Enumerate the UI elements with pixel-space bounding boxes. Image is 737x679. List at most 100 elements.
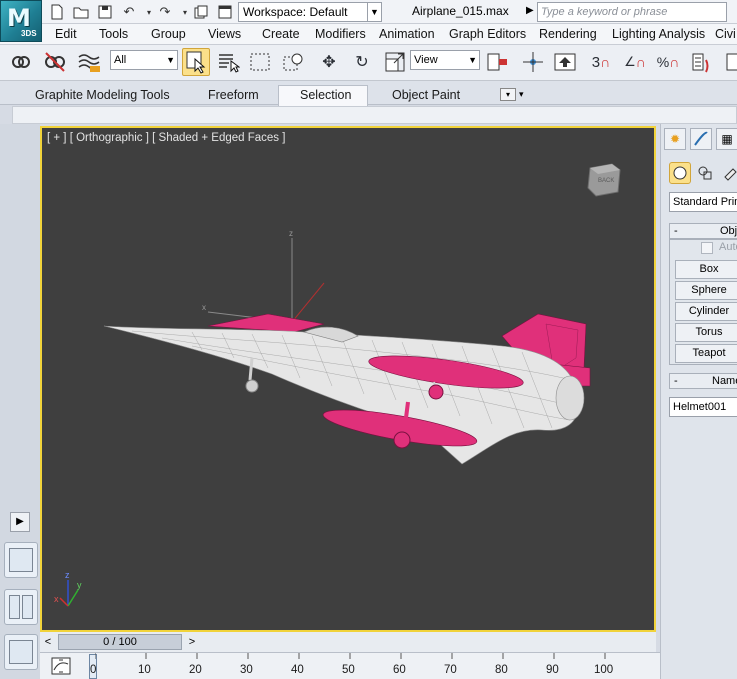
percent-snap-label: %	[656, 54, 670, 70]
menu-views[interactable]: Views	[208, 27, 241, 41]
save-icon[interactable]	[96, 3, 114, 21]
next-frame-button[interactable]: >	[184, 634, 200, 650]
viewport-layout-quad-button[interactable]	[4, 634, 38, 670]
workspace-dropdown[interactable]: Workspace: Default ▼	[238, 2, 382, 22]
modify-tab-icon[interactable]	[690, 128, 712, 150]
name-color-rollout-header[interactable]: - Name and Color	[669, 373, 737, 389]
menu-rendering[interactable]: Rendering	[539, 27, 597, 41]
link-icon[interactable]	[8, 49, 34, 75]
app-logo[interactable]: M 3DS	[0, 0, 42, 42]
scale-icon[interactable]	[382, 49, 408, 75]
previous-frame-button[interactable]: <	[40, 634, 56, 650]
teapot-button[interactable]: Teapot	[675, 344, 737, 363]
autogrid-checkbox[interactable]	[701, 242, 713, 254]
tick-label: 60	[393, 664, 406, 676]
viewcube[interactable]: BACK	[582, 160, 624, 200]
scene-canvas: z y x z x	[54, 229, 591, 607]
viewport-layout-split-button[interactable]	[4, 589, 38, 625]
menu-create[interactable]: Create	[262, 27, 300, 41]
tick-label: 20	[189, 664, 202, 676]
open-folder-icon[interactable]	[72, 3, 90, 21]
menu-group[interactable]: Group	[151, 27, 186, 41]
edit-named-selection-icon[interactable]	[720, 49, 737, 75]
frame-display[interactable]: 0 / 100	[58, 634, 182, 650]
menu-edit[interactable]: Edit	[55, 27, 77, 41]
lights-icon[interactable]	[719, 162, 737, 184]
object-type-rollout-header[interactable]: - Object Type	[669, 223, 737, 239]
tab-object-paint[interactable]: Object Paint	[392, 88, 460, 102]
redo-icon[interactable]: ↷	[156, 3, 174, 21]
geometry-icon[interactable]	[669, 162, 691, 184]
menu-graph-editors[interactable]: Graph Editors	[449, 27, 526, 41]
angle-snap-icon[interactable]: ∠ ∩	[622, 49, 648, 75]
pivot-center-icon[interactable]	[484, 49, 510, 75]
select-and-manipulate-icon[interactable]	[520, 49, 546, 75]
new-file-icon[interactable]	[48, 3, 66, 21]
keyboard-shortcut-icon[interactable]	[552, 49, 578, 75]
menu-lighting-analysis[interactable]: Lighting Analysis	[612, 27, 705, 41]
bind-space-warp-icon[interactable]	[76, 49, 102, 75]
hierarchy-tab-icon[interactable]: ▦	[716, 128, 737, 150]
curve-editor-icon[interactable]	[50, 656, 72, 676]
tick-label: 0	[90, 664, 97, 676]
tick-label: 70	[444, 664, 457, 676]
snaps-toggle-icon[interactable]: 3 ∩	[588, 49, 614, 75]
airplane-model[interactable]	[103, 313, 591, 465]
viewport-layout-single-button[interactable]	[4, 542, 38, 578]
axis-tripod-y-label: y	[77, 580, 82, 590]
chevron-down-icon[interactable]: ▾	[519, 89, 524, 100]
tick-label: 40	[291, 664, 304, 676]
axis-tripod-x-label: x	[54, 594, 59, 604]
unlink-icon[interactable]	[42, 49, 68, 75]
window-icon[interactable]	[216, 3, 234, 21]
cylinder-button[interactable]: Cylinder	[675, 302, 737, 321]
tab-selection[interactable]: Selection	[300, 88, 351, 102]
selection-filter-dropdown[interactable]: All ▼	[110, 50, 178, 70]
app-logo-label: 3DS	[21, 29, 37, 38]
rotate-icon[interactable]: ↻	[349, 49, 375, 75]
torus-button[interactable]: Torus	[675, 323, 737, 342]
project-icon[interactable]	[192, 3, 210, 21]
menu-civil[interactable]: Civi	[715, 27, 736, 41]
create-tab-icon[interactable]: ✹	[664, 128, 686, 150]
menu-modifiers[interactable]: Modifiers	[315, 27, 366, 41]
select-by-name-icon[interactable]	[215, 49, 241, 75]
name-color-title: Name and Color	[712, 375, 737, 387]
window-crossing-icon[interactable]	[280, 49, 306, 75]
category-dropdown[interactable]: Standard Primitives	[669, 192, 737, 212]
spinner-snap-icon[interactable]	[688, 49, 714, 75]
percent-snap-icon[interactable]: % ∩	[655, 49, 681, 75]
chevron-down-icon: ▼	[166, 55, 175, 65]
object-type-title: Object Type	[720, 225, 737, 237]
play-icon[interactable]: ▶	[10, 512, 30, 532]
axis-tripod-y	[67, 589, 79, 607]
object-name-field[interactable]: Helmet001	[669, 397, 737, 417]
command-panel: ✹ ▦ Standard Primitives - Object Type Au…	[660, 124, 737, 679]
tab-freeform[interactable]: Freeform	[208, 88, 259, 102]
search-input[interactable]: Type a keyword or phrase	[537, 2, 727, 22]
time-slider: < 0 / 100 >	[40, 632, 656, 652]
selection-filter-value: All	[114, 54, 127, 66]
tab-graphite-modeling-tools[interactable]: Graphite Modeling Tools	[35, 88, 170, 102]
play-arrow-icon: ▶	[526, 5, 534, 16]
chevron-down-icon: ▼	[468, 55, 477, 65]
ribbon-options-icon[interactable]: ▾	[500, 88, 516, 101]
undo-icon[interactable]: ↶	[120, 3, 138, 21]
chevron-down-icon: ▼	[367, 3, 381, 21]
select-object-button[interactable]	[182, 48, 210, 76]
menu-tools[interactable]: Tools	[99, 27, 128, 41]
reference-coordinate-dropdown[interactable]: View ▼	[410, 50, 480, 70]
viewport[interactable]: z y x z x [ + ] [ Orthographic ] [ Shade…	[40, 126, 656, 632]
ribbon-panel-strip	[12, 106, 737, 124]
menu-animation[interactable]: Animation	[379, 27, 435, 41]
snaps-toggle-label: 3	[591, 53, 601, 71]
move-icon[interactable]: ✥	[316, 49, 342, 75]
rectangular-selection-icon[interactable]	[247, 49, 273, 75]
viewport-label[interactable]: [ + ] [ Orthographic ] [ Shaded + Edged …	[47, 132, 285, 144]
gizmo-z-label: z	[289, 229, 293, 238]
viewcube-label: BACK	[598, 178, 614, 184]
shapes-icon[interactable]	[694, 162, 716, 184]
axis-tripod-x	[59, 597, 69, 607]
sphere-button[interactable]: Sphere	[675, 281, 737, 300]
box-button[interactable]: Box	[675, 260, 737, 279]
